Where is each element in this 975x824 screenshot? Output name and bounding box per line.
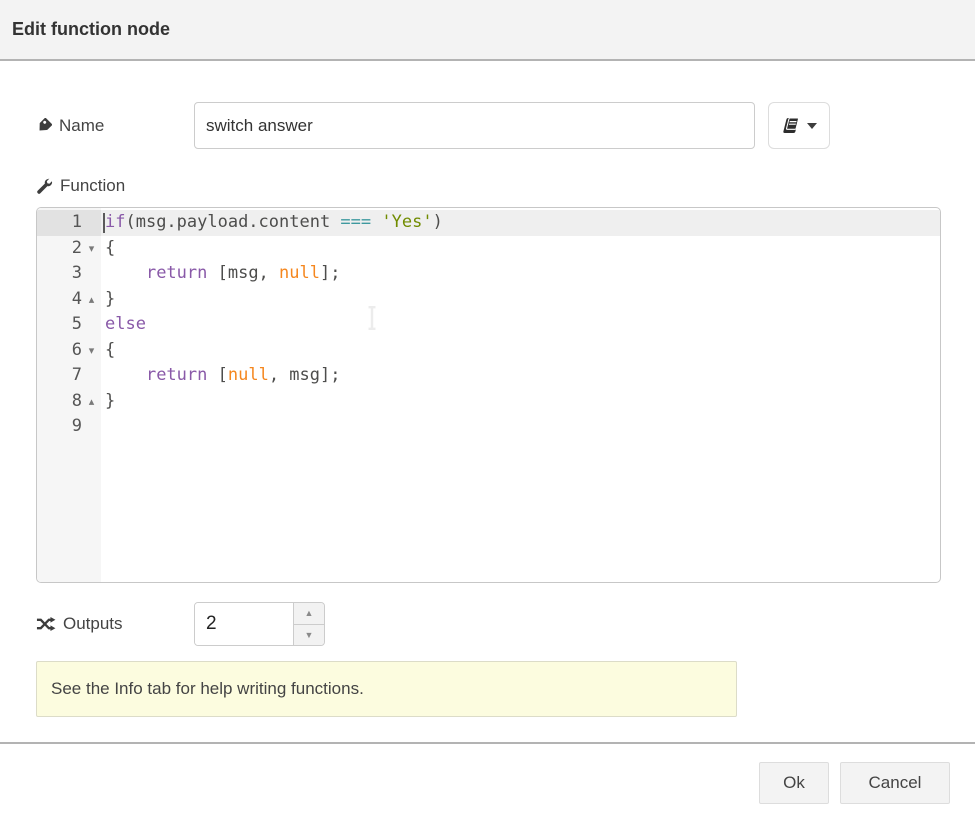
footer-divider [0, 742, 975, 744]
outputs-label-group: Outputs [36, 614, 194, 634]
code-line-5[interactable]: else [101, 312, 940, 338]
gutter-line-9: 9 [37, 414, 101, 440]
spinner-up-icon: ▲ [305, 608, 314, 618]
line-number: 5 [72, 312, 82, 338]
fold-close-icon[interactable]: ▴ [82, 389, 101, 415]
spinner-down-icon: ▼ [305, 630, 314, 640]
cancel-button[interactable]: Cancel [840, 762, 950, 804]
token-plain: } [105, 391, 115, 411]
info-tip-text: See the Info tab for help writing functi… [51, 679, 364, 699]
editor-caret [103, 213, 105, 233]
line-number: 6 [72, 338, 82, 364]
editor-code[interactable]: if(msg.payload.content === 'Yes'){ retur… [101, 208, 940, 582]
outputs-row: Outputs ▲ ▼ [36, 602, 975, 646]
token-plain [371, 212, 381, 232]
function-row: Function [36, 176, 975, 196]
gutter-line-1: 1 [37, 210, 101, 236]
name-label: Name [59, 116, 104, 136]
dialog-title: Edit function node [12, 19, 170, 40]
function-label-group: Function [36, 176, 194, 196]
code-line-9[interactable] [101, 414, 940, 440]
code-editor[interactable]: 12▾34▴56▾78▴9 if(msg.payload.content ===… [36, 207, 941, 583]
gutter-line-4: 4▴ [37, 287, 101, 313]
line-number: 4 [72, 287, 82, 313]
token-plain: , msg]; [269, 365, 341, 385]
code-line-1[interactable]: if(msg.payload.content === 'Yes') [101, 210, 940, 236]
name-input[interactable] [194, 102, 755, 149]
token-plain: ]; [320, 263, 340, 283]
gutter-line-5: 5 [37, 312, 101, 338]
spinner-up-button[interactable]: ▲ [294, 603, 324, 625]
gutter-line-2: 2▾ [37, 236, 101, 262]
name-label-group: Name [36, 116, 194, 136]
ok-button[interactable]: Ok [759, 762, 829, 804]
outputs-input[interactable] [195, 603, 293, 645]
dialog-header: Edit function node [0, 0, 975, 61]
token-plain [105, 263, 146, 283]
fold-open-icon[interactable]: ▾ [82, 338, 101, 364]
line-number: 1 [72, 210, 82, 236]
token-constant: null [279, 263, 320, 283]
token-plain: [ [207, 365, 227, 385]
code-line-2[interactable]: { [101, 236, 940, 262]
gutter-line-8: 8▴ [37, 389, 101, 415]
token-plain: { [105, 340, 115, 360]
footer: Ok Cancel [0, 762, 975, 804]
outputs-spinner: ▲ ▼ [194, 602, 325, 646]
token-keyword: return [146, 263, 207, 283]
shuffle-icon [36, 616, 56, 632]
token-plain: [msg, [207, 263, 279, 283]
gutter-line-7: 7 [37, 363, 101, 389]
code-line-7[interactable]: return [null, msg]; [101, 363, 940, 389]
token-keyword: return [146, 365, 207, 385]
outputs-label: Outputs [63, 614, 123, 634]
caret-down-icon [807, 123, 817, 129]
token-constant: null [228, 365, 269, 385]
gutter-line-6: 6▾ [37, 338, 101, 364]
fold-close-icon[interactable]: ▴ [82, 287, 101, 313]
token-string: 'Yes' [381, 212, 432, 232]
line-number: 3 [72, 261, 82, 287]
library-button[interactable] [768, 102, 830, 149]
info-tip: See the Info tab for help writing functi… [36, 661, 737, 717]
token-operator: === [340, 212, 371, 232]
line-number: 7 [72, 363, 82, 389]
function-label: Function [60, 176, 125, 196]
wrench-icon [36, 178, 53, 195]
token-plain [105, 365, 146, 385]
name-row: Name [36, 102, 975, 149]
editor-gutter: 12▾34▴56▾78▴9 [37, 208, 101, 582]
token-plain: (msg.payload.content [125, 212, 340, 232]
code-line-3[interactable]: return [msg, null]; [101, 261, 940, 287]
code-line-4[interactable]: } [101, 287, 940, 313]
spinner-down-button[interactable]: ▼ [294, 625, 324, 646]
gutter-line-3: 3 [37, 261, 101, 287]
code-line-6[interactable]: { [101, 338, 940, 364]
book-icon [782, 117, 801, 134]
line-number: 2 [72, 236, 82, 262]
token-keyword: if [105, 212, 125, 232]
token-plain: { [105, 238, 115, 258]
tag-icon [36, 118, 52, 134]
token-plain: ) [433, 212, 443, 232]
code-line-8[interactable]: } [101, 389, 940, 415]
spinner-buttons: ▲ ▼ [293, 603, 324, 645]
token-keyword: else [105, 314, 146, 334]
line-number: 9 [72, 414, 82, 440]
token-plain: } [105, 289, 115, 309]
line-number: 8 [72, 389, 82, 415]
fold-open-icon[interactable]: ▾ [82, 236, 101, 262]
